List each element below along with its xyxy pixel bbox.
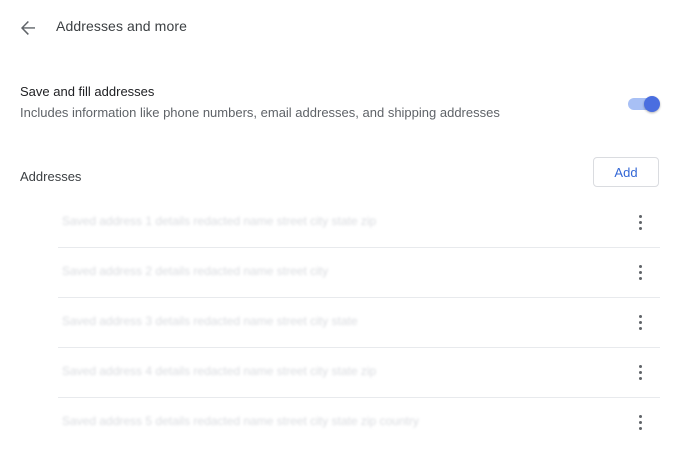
- more-vert-icon-dot: [638, 370, 642, 374]
- page-header: Addresses and more: [0, 0, 677, 54]
- more-vert-icon: [638, 264, 642, 268]
- settings-page: Addresses and more Save and fill address…: [0, 0, 677, 464]
- add-address-button[interactable]: Add: [593, 157, 659, 187]
- address-list: Saved address 1 details redacted name st…: [58, 198, 660, 447]
- more-vert-icon-dot: [638, 420, 642, 424]
- more-vert-icon: [638, 414, 642, 418]
- back-button[interactable]: [14, 14, 42, 42]
- more-vert-icon-dot: [638, 320, 642, 324]
- more-actions-button[interactable]: [628, 310, 652, 334]
- address-row: Saved address 5 details redacted name st…: [58, 398, 660, 447]
- more-vert-icon: [638, 314, 642, 318]
- address-row: Saved address 2 details redacted name st…: [58, 248, 660, 298]
- address-summary: Saved address 5 details redacted name st…: [62, 414, 419, 428]
- more-actions-button[interactable]: [628, 410, 652, 434]
- toggle-knob: [644, 96, 660, 112]
- address-row: Saved address 3 details redacted name st…: [58, 298, 660, 348]
- save-fill-addresses-row: Save and fill addresses Includes informa…: [20, 84, 660, 124]
- address-summary: Saved address 4 details redacted name st…: [62, 364, 377, 378]
- address-row: Saved address 1 details redacted name st…: [58, 198, 660, 248]
- address-summary: Saved address 3 details redacted name st…: [62, 314, 358, 328]
- addresses-section-title: Addresses: [20, 169, 82, 184]
- address-summary: Saved address 1 details redacted name st…: [62, 214, 377, 228]
- more-vert-icon-dot: [638, 220, 642, 224]
- arrow-back-icon: [21, 21, 35, 35]
- more-vert-icon-dot: [638, 226, 642, 230]
- more-vert-icon-dot: [638, 376, 642, 380]
- save-addresses-toggle[interactable]: [626, 94, 660, 112]
- more-vert-icon: [638, 214, 642, 218]
- address-row: Saved address 4 details redacted name st…: [58, 348, 660, 398]
- setting-title: Save and fill addresses: [20, 84, 155, 99]
- page-title: Addresses and more: [56, 18, 187, 34]
- more-vert-icon-dot: [638, 276, 642, 280]
- more-vert-icon-dot: [638, 326, 642, 330]
- setting-description: Includes information like phone numbers,…: [20, 105, 500, 120]
- more-actions-button[interactable]: [628, 360, 652, 384]
- more-vert-icon: [638, 364, 642, 368]
- more-actions-button[interactable]: [628, 210, 652, 234]
- more-vert-icon-dot: [638, 270, 642, 274]
- address-summary: Saved address 2 details redacted name st…: [62, 264, 329, 278]
- more-vert-icon-dot: [638, 426, 642, 430]
- more-actions-button[interactable]: [628, 260, 652, 284]
